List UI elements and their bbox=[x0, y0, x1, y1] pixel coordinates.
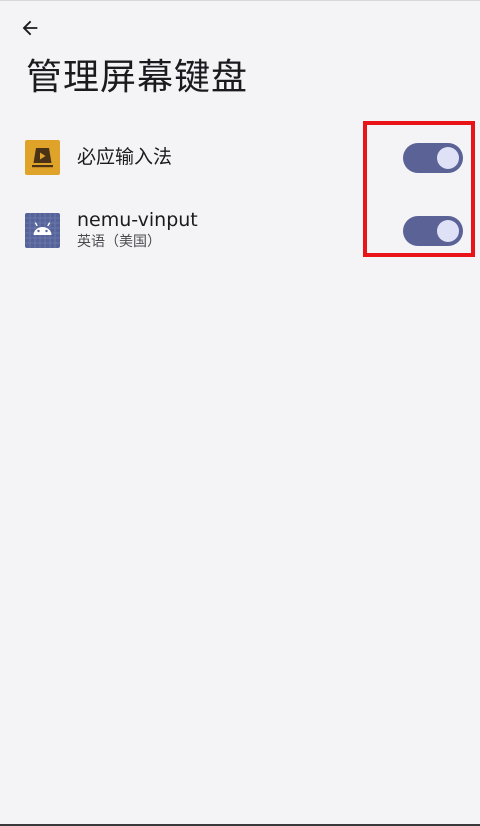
page-title: 管理屏幕键盘 bbox=[26, 57, 249, 98]
bing-input-app-icon bbox=[25, 140, 60, 175]
keyboard-language: 英语（美国） bbox=[77, 234, 161, 250]
keyboard-name: 必应输入法 bbox=[77, 146, 173, 168]
status-bar-edge bbox=[0, 0, 480, 1]
android-app-icon bbox=[25, 213, 60, 248]
keyboard-name: nemu-vinput bbox=[77, 209, 198, 231]
arrow-left-icon bbox=[22, 20, 38, 36]
highlight-box bbox=[363, 121, 475, 257]
back-button[interactable] bbox=[10, 8, 50, 48]
